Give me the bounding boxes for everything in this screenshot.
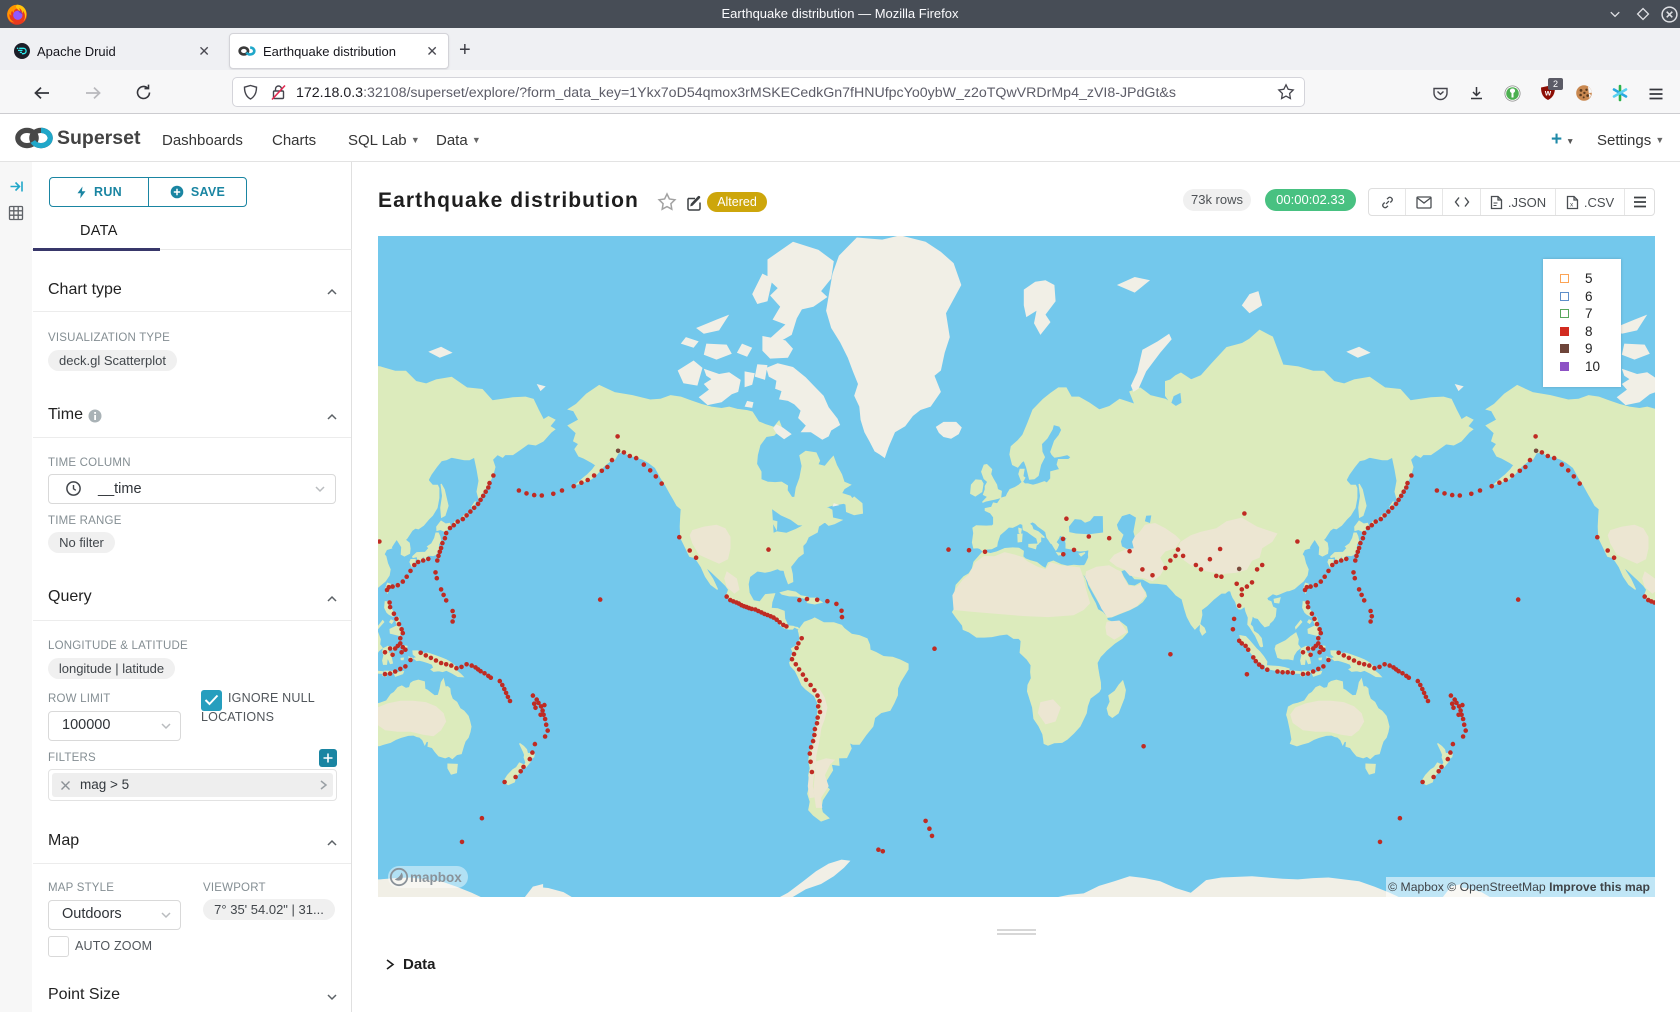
svg-text:mapbox: mapbox (410, 870, 462, 885)
svg-text:x: x (1570, 201, 1574, 208)
